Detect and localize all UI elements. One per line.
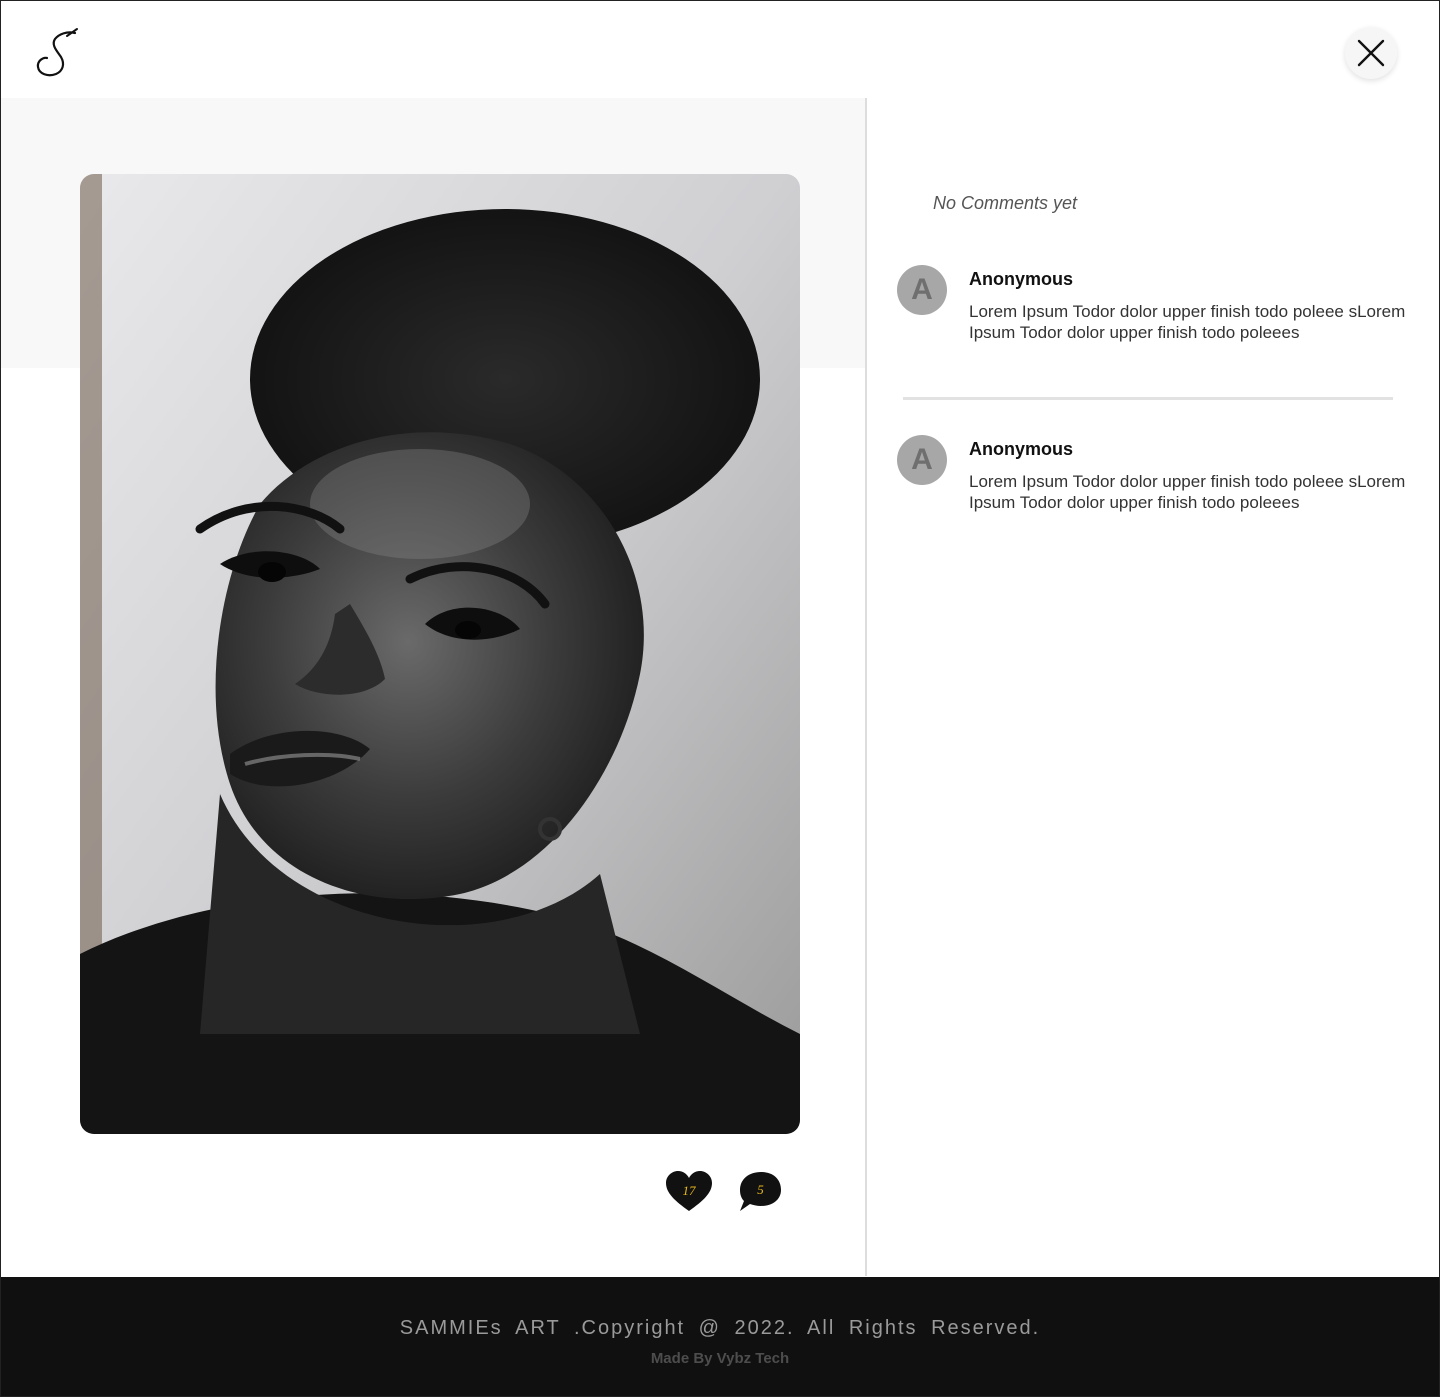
artwork-panel: 17 5 xyxy=(1,98,865,1276)
comment-author: Anonymous xyxy=(969,439,1074,459)
close-icon xyxy=(1357,39,1385,67)
post-actions: 17 5 xyxy=(665,1170,785,1218)
like-button[interactable]: 17 xyxy=(665,1171,713,1217)
comment-button[interactable]: 5 xyxy=(737,1171,785,1217)
close-button[interactable] xyxy=(1345,27,1397,79)
no-comments-message: No Comments yet xyxy=(933,193,1078,213)
avatar: A xyxy=(897,435,947,485)
comment-text: Lorem Ipsum Todor dolor upper finish tod… xyxy=(969,472,1406,512)
comments-panel: No Comments yet A Anonymous Lorem Ipsum … xyxy=(867,98,1439,1276)
artwork-image[interactable] xyxy=(80,174,800,1134)
comment-author: Anonymous xyxy=(969,269,1074,289)
comment-text: Lorem Ipsum Todor dolor upper finish tod… xyxy=(969,302,1406,342)
like-count: 17 xyxy=(682,1183,696,1198)
comment-count: 5 xyxy=(757,1182,764,1197)
footer: SAMMIEs ART .Copyright @ 2022. All Right… xyxy=(1,1277,1439,1396)
signature-s-logo[interactable] xyxy=(31,27,85,81)
avatar: A xyxy=(897,265,947,315)
copyright-text: SAMMIEs ART .Copyright @ 2022. All Right… xyxy=(399,1317,1041,1339)
made-by-credit[interactable]: Made By Vybz Tech xyxy=(1,1350,1439,1367)
header xyxy=(1,1,1439,98)
comment-divider xyxy=(903,397,1393,400)
